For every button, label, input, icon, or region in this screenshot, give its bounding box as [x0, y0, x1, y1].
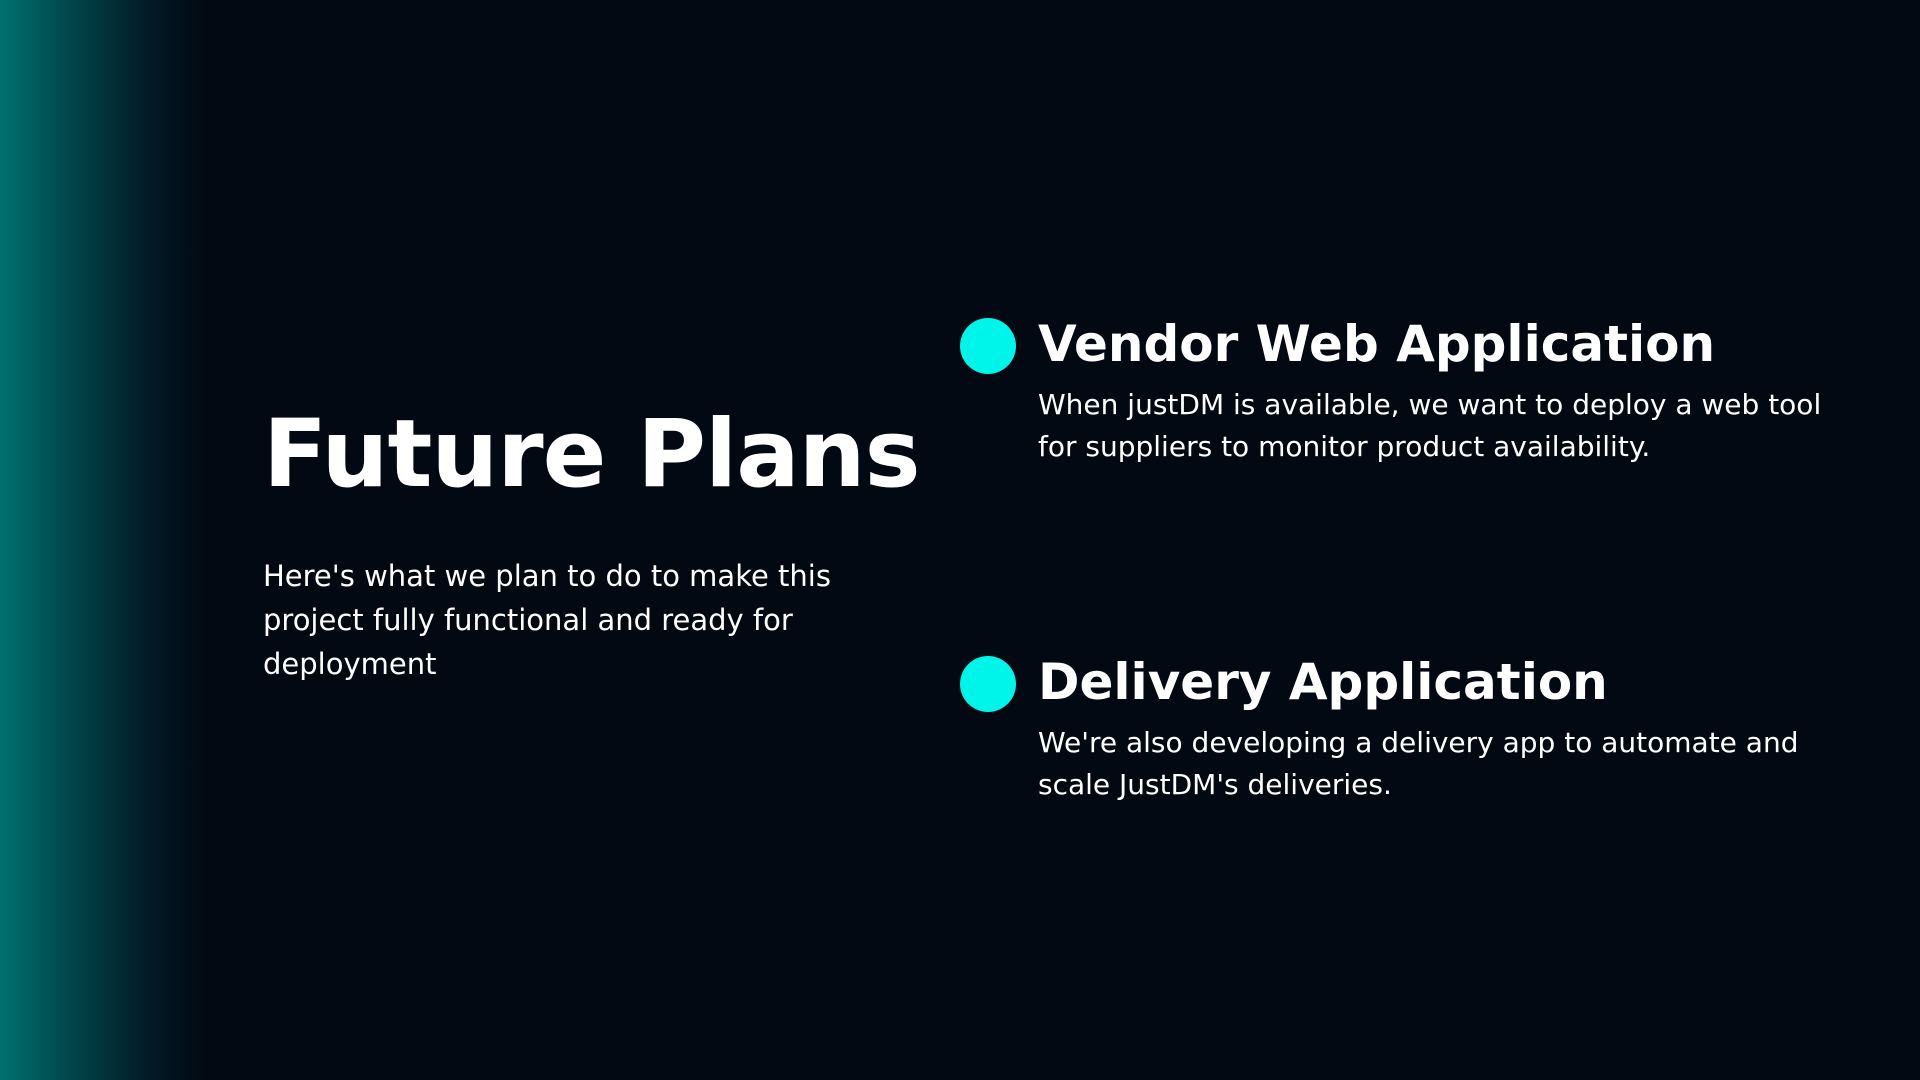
plan-item-title: Delivery Application [1038, 653, 1608, 711]
bullet-dot-icon [960, 656, 1016, 712]
plan-item-description: When justDM is available, we want to dep… [1038, 388, 1822, 463]
slide: Future Plans Here's what we plan to do t… [0, 0, 1920, 1080]
plan-item-title: Vendor Web Application [1038, 315, 1716, 373]
plan-item-description: We're also developing a delivery app to … [1038, 726, 1799, 801]
slide-subtitle: Here's what we plan to do to make this p… [263, 559, 831, 681]
slide-title: Future Plans [263, 400, 921, 509]
bullet-dot-icon [960, 318, 1016, 374]
